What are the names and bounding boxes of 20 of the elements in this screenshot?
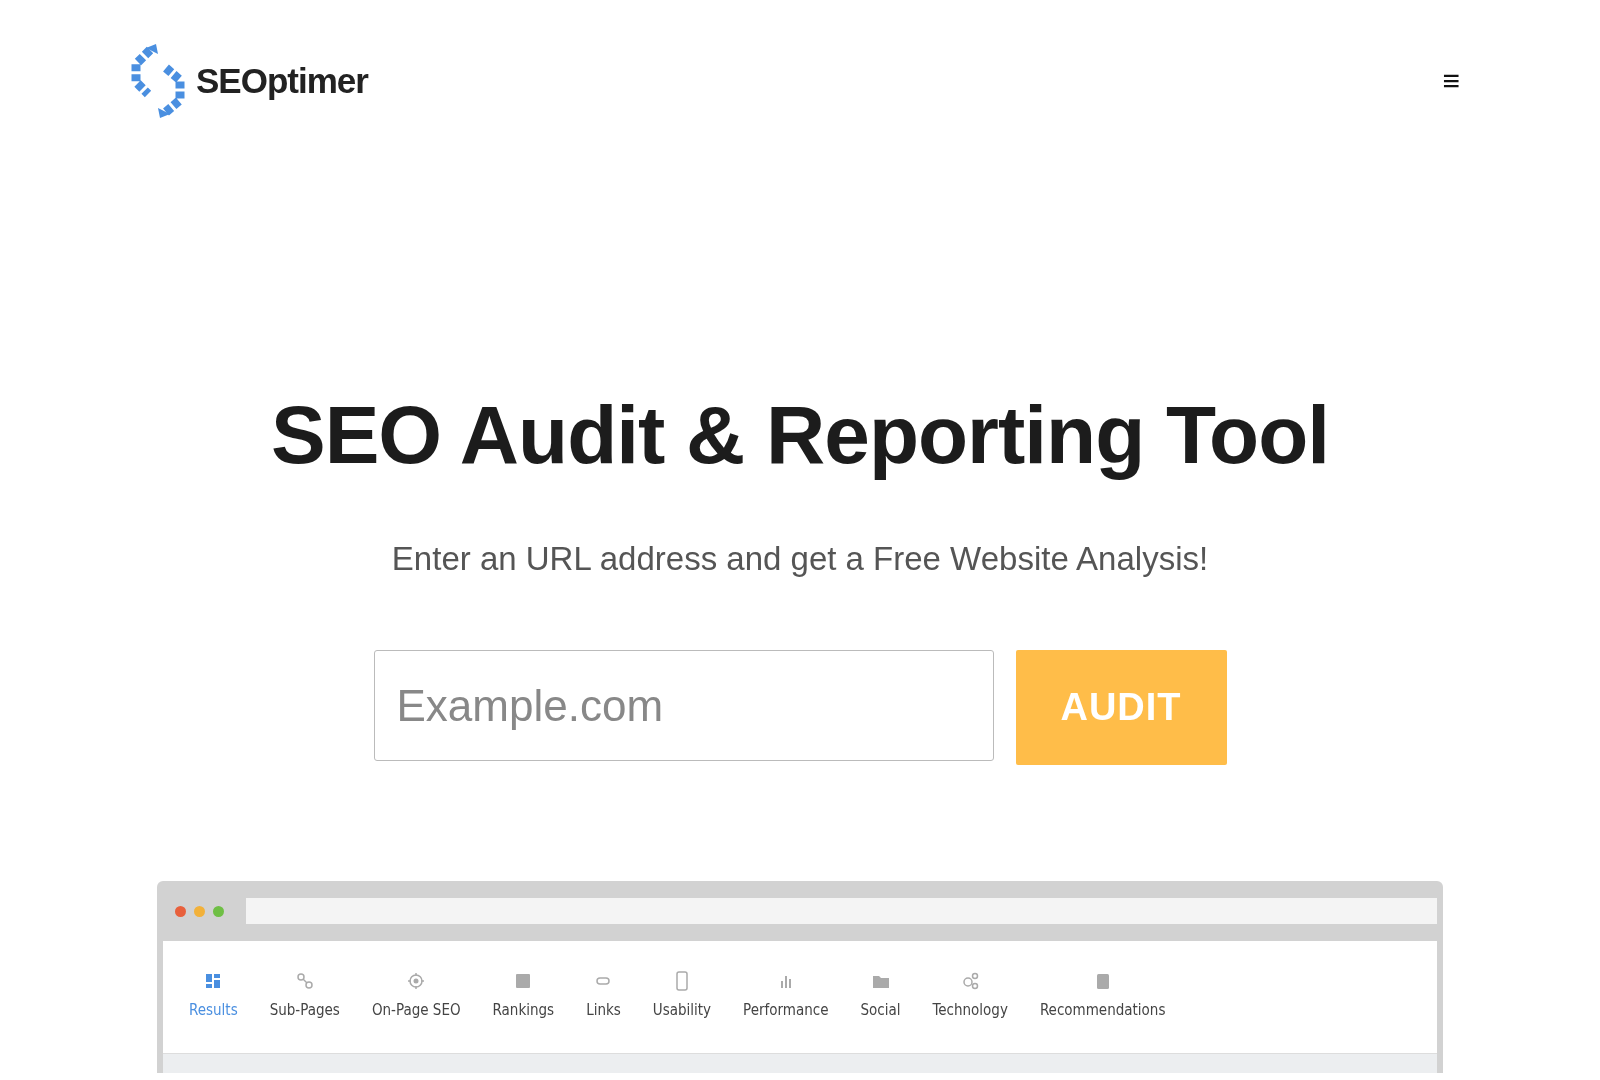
- subtitle: Enter an URL address and get a Free Website Analysis!: [391, 540, 1209, 578]
- page-title: SEO Audit & Reporting Tool: [270, 388, 1330, 482]
- report-tab[interactable]: On-Page SEO: [371, 971, 461, 1053]
- target-icon: [406, 971, 427, 991]
- maximize-dot-icon: [213, 905, 224, 917]
- report-tab[interactable]: Performance: [743, 971, 829, 1053]
- report-tab[interactable]: Social: [860, 971, 901, 1053]
- report-tab[interactable]: Sub-Pages: [269, 971, 340, 1053]
- nodes-icon: [294, 971, 315, 991]
- minimize-dot-icon: [194, 905, 205, 917]
- report-tab[interactable]: Usability: [652, 971, 712, 1053]
- url-input-field[interactable]: Example.com: [373, 650, 994, 761]
- report-tab[interactable]: Links: [586, 971, 621, 1053]
- report-tab[interactable]: Rankings: [492, 971, 555, 1053]
- logo-text[interactable]: SEOptimer: [196, 61, 368, 101]
- close-dot-icon: [175, 905, 186, 917]
- gears-icon: [960, 971, 981, 991]
- report-tab[interactable]: Technology: [932, 971, 1008, 1053]
- menu-button[interactable]: ≡: [1442, 64, 1460, 98]
- report-tab[interactable]: Recommendations: [1039, 971, 1166, 1053]
